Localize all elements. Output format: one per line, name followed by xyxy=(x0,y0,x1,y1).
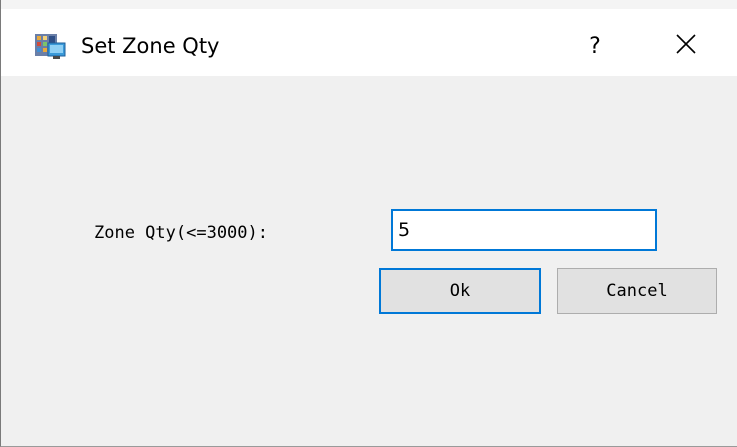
dialog-title: Set Zone Qty xyxy=(81,34,220,58)
zone-qty-label: Zone Qty(<=3000): xyxy=(94,223,268,243)
set-zone-qty-dialog: Set Zone Qty ? Zone Qty(<=3000): Ok Canc… xyxy=(0,0,737,447)
zone-qty-input[interactable] xyxy=(391,209,657,251)
help-button[interactable]: ? xyxy=(573,24,617,68)
help-icon: ? xyxy=(589,33,601,59)
close-icon xyxy=(675,33,697,59)
ok-button[interactable]: Ok xyxy=(379,268,541,314)
title-bar[interactable]: Set Zone Qty ? xyxy=(1,0,737,76)
ok-button-label: Ok xyxy=(449,281,471,301)
app-window-icon xyxy=(35,34,67,60)
window-top-edge xyxy=(1,0,737,9)
cancel-button-label: Cancel xyxy=(606,281,668,301)
cancel-button[interactable]: Cancel xyxy=(557,268,717,314)
close-button[interactable] xyxy=(661,24,711,68)
